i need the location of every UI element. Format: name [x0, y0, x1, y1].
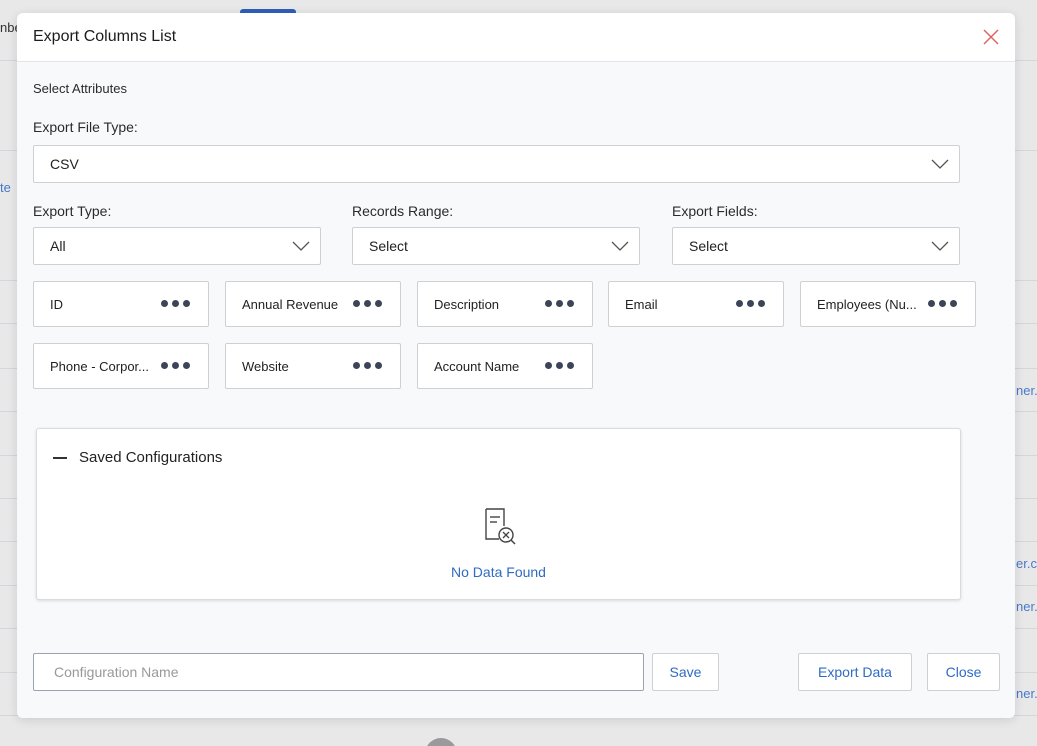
more-options-icon[interactable]	[353, 300, 382, 310]
records-range-label: Records Range:	[352, 203, 454, 219]
dialog-body: Select Attributes Export File Type: CSV …	[17, 62, 1015, 718]
attribute-label: Website	[242, 358, 289, 374]
more-options-icon[interactable]	[545, 362, 574, 372]
export-file-type-select[interactable]: CSV	[33, 145, 960, 183]
export-columns-dialog: Export Columns List Select Attributes Ex…	[17, 13, 1015, 718]
close-button[interactable]: Close	[927, 653, 1000, 691]
chevron-down-icon	[931, 241, 949, 251]
attribute-label: Phone - Corpor...	[50, 358, 149, 374]
attribute-chip-website[interactable]: Website	[225, 343, 401, 389]
collapse-icon	[53, 456, 67, 459]
background-link: te	[0, 180, 11, 195]
attribute-label: Account Name	[434, 358, 520, 374]
attribute-chip-phone[interactable]: Phone - Corpor...	[33, 343, 209, 389]
records-range-select[interactable]: Select	[352, 227, 640, 265]
more-options-icon[interactable]	[161, 362, 190, 372]
attribute-label: Annual Revenue	[242, 296, 339, 312]
section-title: Select Attributes	[33, 81, 127, 96]
attribute-label: ID	[50, 296, 63, 312]
background-link: ner.	[1016, 599, 1037, 614]
saved-configurations-toggle[interactable]: Saved Configurations	[53, 449, 222, 466]
save-button[interactable]: Save	[652, 653, 719, 691]
export-data-button[interactable]: Export Data	[798, 653, 912, 691]
attribute-label: Email	[625, 296, 658, 312]
background-link: er.c	[1016, 556, 1037, 571]
configuration-name-input[interactable]	[33, 653, 644, 691]
close-icon[interactable]	[981, 27, 1001, 47]
saved-configurations-title: Saved Configurations	[79, 449, 223, 466]
chevron-down-icon	[931, 159, 949, 169]
more-options-icon[interactable]	[545, 300, 574, 310]
chevron-down-icon	[292, 241, 310, 251]
attribute-label: Employees (Nu...	[817, 296, 917, 312]
export-fields-label: Export Fields:	[672, 203, 758, 219]
background-link: ner.	[1016, 686, 1037, 701]
attribute-label: Description	[434, 296, 500, 312]
more-options-icon[interactable]	[736, 300, 765, 310]
no-data-icon	[485, 508, 516, 545]
saved-configurations-panel: Saved Configurations No Data Found	[36, 428, 961, 600]
export-type-select[interactable]: All	[33, 227, 321, 265]
attribute-chip-account-name[interactable]: Account Name	[417, 343, 593, 389]
attribute-chip-description[interactable]: Description	[417, 281, 593, 327]
attribute-chip-email[interactable]: Email	[608, 281, 784, 327]
export-type-value: All	[50, 238, 66, 254]
more-options-icon[interactable]	[928, 300, 957, 310]
dialog-title: Export Columns List	[33, 28, 177, 45]
export-fields-value: Select	[689, 238, 728, 254]
attribute-chip-employees[interactable]: Employees (Nu...	[800, 281, 976, 327]
attribute-chip-annual-revenue[interactable]: Annual Revenue	[225, 281, 401, 327]
dialog-header: Export Columns List	[17, 13, 1015, 62]
more-options-icon[interactable]	[353, 362, 382, 372]
background-avatar	[425, 738, 457, 746]
background-link: ner.	[1016, 383, 1037, 398]
no-data-text: No Data Found	[451, 564, 546, 580]
export-fields-select[interactable]: Select	[672, 227, 960, 265]
records-range-value: Select	[369, 238, 408, 254]
export-file-type-label: Export File Type:	[33, 119, 138, 135]
export-file-type-value: CSV	[50, 156, 79, 172]
attribute-chip-id[interactable]: ID	[33, 281, 209, 327]
more-options-icon[interactable]	[161, 300, 190, 310]
export-type-label: Export Type:	[33, 203, 112, 219]
chevron-down-icon	[611, 241, 629, 251]
